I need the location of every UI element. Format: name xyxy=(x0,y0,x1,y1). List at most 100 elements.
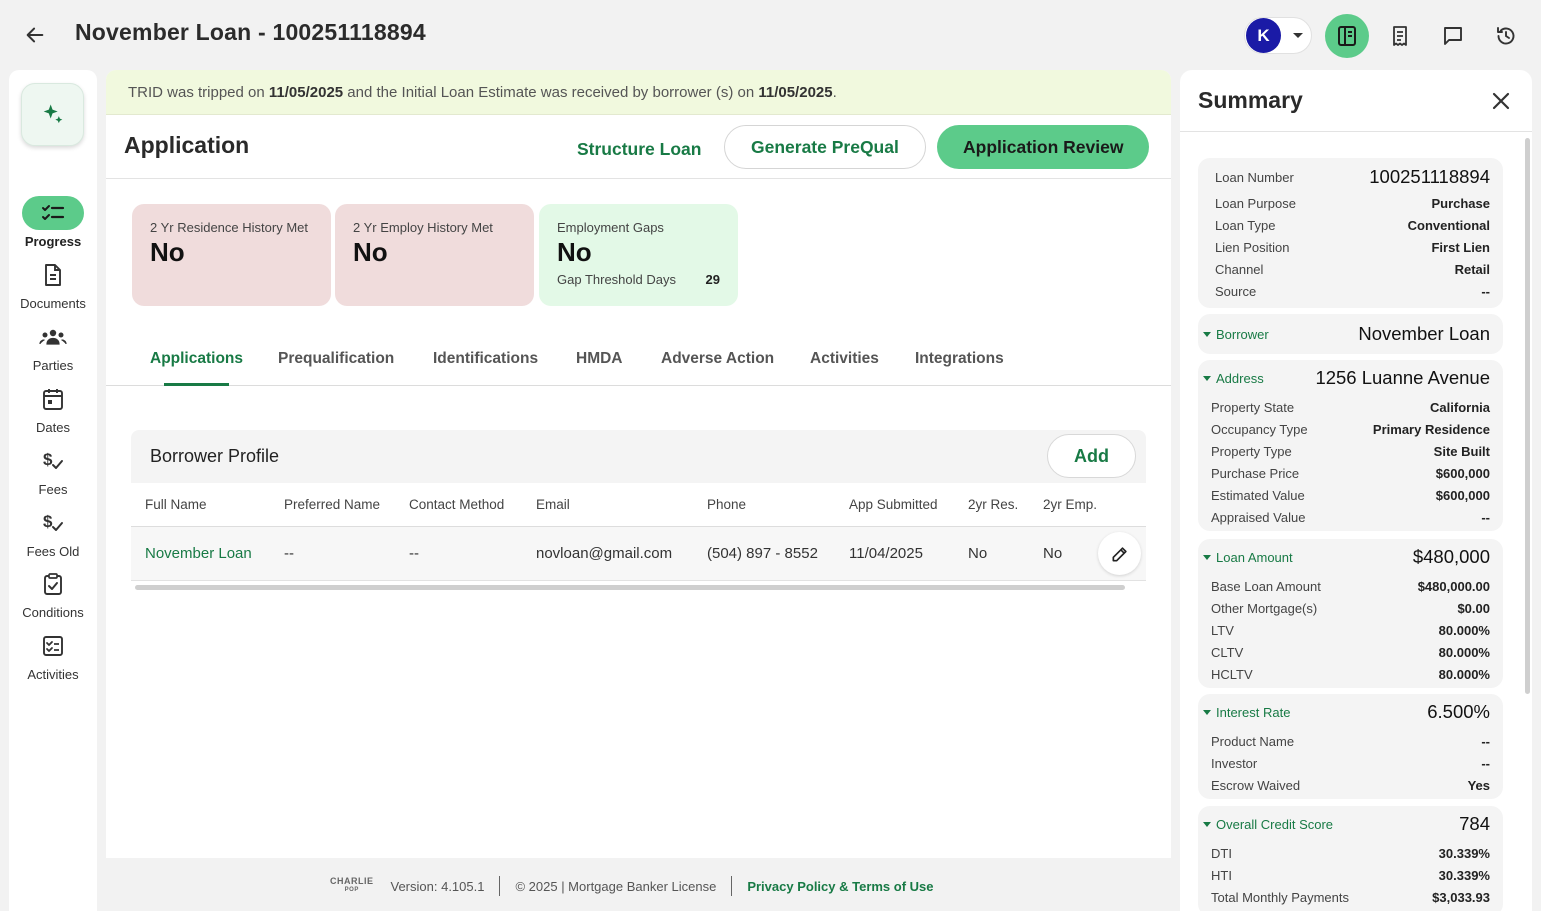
tab-adverse-action[interactable]: Adverse Action xyxy=(661,350,774,368)
nav-item-progress[interactable]: Progress xyxy=(9,196,97,249)
summary-row: HTI 30.339% xyxy=(1211,864,1490,886)
nav-label: Fees Old xyxy=(26,544,80,559)
tab-hmda[interactable]: HMDA xyxy=(576,350,623,368)
column-header[interactable]: Contact Method xyxy=(409,497,504,512)
chevron-down-icon xyxy=(1293,33,1303,38)
summary-panel-icon[interactable] xyxy=(1325,14,1369,58)
user-menu[interactable]: K xyxy=(1244,17,1312,54)
tab-identifications[interactable]: Identifications xyxy=(433,350,538,368)
svg-text:$: $ xyxy=(43,512,53,531)
nav-item-documents[interactable]: Documents xyxy=(9,258,97,311)
gap-threshold-value: 29 xyxy=(705,272,720,287)
application-header: Application Structure Loan Generate PreQ… xyxy=(106,115,1171,179)
structure-loan-button[interactable]: Structure Loan xyxy=(577,131,701,167)
summary-row: Channel Retail xyxy=(1215,258,1490,280)
loan-amount-box: Loan Amount $480,000 Base Loan Amount $48… xyxy=(1198,539,1503,688)
column-header[interactable]: 2yr Res. xyxy=(968,497,1018,512)
row-label: Total Monthly Payments xyxy=(1211,889,1350,905)
add-borrower-button[interactable]: Add xyxy=(1047,434,1136,478)
back-arrow-icon[interactable] xyxy=(20,20,50,50)
column-header[interactable]: Phone xyxy=(707,497,746,512)
interest-rate-box: Interest Rate 6.500% Product Name -- Inve… xyxy=(1198,694,1503,799)
ai-sparkle-button[interactable] xyxy=(21,83,84,146)
column-header[interactable]: Email xyxy=(536,497,570,512)
column-header[interactable]: Preferred Name xyxy=(284,497,380,512)
loan-amount-value: $480,000 xyxy=(1412,546,1490,567)
summary-row: Appraised Value -- xyxy=(1211,506,1490,528)
borrower-value: November Loan xyxy=(1358,323,1490,344)
table-row[interactable]: November Loan -- -- novloan@gmail.com (5… xyxy=(131,527,1146,581)
footer: CHARLIE POP Version: 4.105.1 © 2025 | Mo… xyxy=(330,874,934,898)
address-toggle[interactable]: Address xyxy=(1203,371,1264,386)
banner-text: and the Initial Loan Estimate was receiv… xyxy=(343,84,759,101)
nav-label: Documents xyxy=(20,296,86,311)
horizontal-scrollbar[interactable] xyxy=(135,585,1125,590)
nav-item-fees[interactable]: $ Fees xyxy=(9,444,97,497)
loan-number-row: Loan Number 100251118894 xyxy=(1215,162,1490,192)
row-value: -- xyxy=(1481,755,1490,771)
loan-number-value: 100251118894 xyxy=(1369,166,1490,187)
nav-item-dates[interactable]: Dates xyxy=(9,382,97,435)
charlie-pop-logo: CHARLIE POP xyxy=(330,877,374,895)
generate-prequal-button[interactable]: Generate PreQual xyxy=(724,125,926,169)
nav-item-conditions[interactable]: Conditions xyxy=(9,567,97,620)
borrower-section-header: Borrower November Loan xyxy=(1203,316,1490,352)
row-value: $600,000 xyxy=(1435,465,1490,481)
borrower-profile-title: Borrower Profile xyxy=(150,446,280,466)
row-value: California xyxy=(1430,399,1490,415)
summary-row: DTI 30.339% xyxy=(1211,842,1490,864)
card-label: Employment Gaps xyxy=(557,220,664,235)
nav-item-parties[interactable]: Parties xyxy=(9,320,97,373)
privacy-terms-link[interactable]: Privacy Policy & Terms of Use xyxy=(747,879,933,894)
receipt-icon[interactable] xyxy=(1378,14,1422,58)
tab-prequalification[interactable]: Prequalification xyxy=(278,350,394,368)
credit-score-toggle[interactable]: Overall Credit Score xyxy=(1203,817,1333,832)
borrower-name-link[interactable]: November Loan xyxy=(145,545,252,562)
row-value: -- xyxy=(1481,509,1490,525)
summary-row: Escrow Waived Yes xyxy=(1211,774,1490,796)
summary-row: HCLTV 80.000% xyxy=(1211,663,1490,685)
interest-rate-toggle[interactable]: Interest Rate xyxy=(1203,705,1290,720)
column-header[interactable]: Full Name xyxy=(145,497,207,512)
row-label: Lien Position xyxy=(1215,239,1290,255)
row-label: Purchase Price xyxy=(1211,465,1300,481)
borrower-box: Borrower November Loan xyxy=(1198,314,1503,354)
column-header[interactable]: App Submitted xyxy=(849,497,938,512)
row-label: Estimated Value xyxy=(1211,487,1305,503)
trid-banner: TRID was tripped on 11/05/2025 and the I… xyxy=(106,70,1171,115)
row-value: 30.339% xyxy=(1438,845,1490,861)
loan-amount-section-header: Loan Amount $480,000 xyxy=(1203,539,1490,575)
summary-row: Property State California xyxy=(1211,396,1490,418)
card-value: No xyxy=(557,237,592,267)
credit-score-value: 784 xyxy=(1459,813,1490,834)
tab-applications[interactable]: Applications xyxy=(150,350,243,368)
summary-row: Occupancy Type Primary Residence xyxy=(1211,418,1490,440)
row-value: 80.000% xyxy=(1438,644,1490,660)
card-label: 2 Yr Employ History Met xyxy=(353,220,493,235)
nav-item-activities[interactable]: Activities xyxy=(9,629,97,682)
row-value: Retail xyxy=(1454,261,1490,277)
summary-row: Investor -- xyxy=(1211,752,1490,774)
borrower-toggle[interactable]: Borrower xyxy=(1203,327,1269,342)
close-icon[interactable] xyxy=(1488,88,1514,114)
application-review-button[interactable]: Application Review xyxy=(937,125,1150,169)
chat-icon[interactable] xyxy=(1431,14,1475,58)
summary-row: Source -- xyxy=(1215,280,1490,302)
loan-info-box: Loan Number 100251118894 Loan Purpose Pur… xyxy=(1198,158,1503,308)
tab-integrations[interactable]: Integrations xyxy=(915,350,1004,368)
row-label: HTI xyxy=(1211,867,1232,883)
summary-scrollbar[interactable] xyxy=(1525,138,1530,694)
edit-button[interactable] xyxy=(1098,532,1141,575)
history-icon[interactable] xyxy=(1484,14,1528,58)
nav-item-fees-old[interactable]: $ Fees Old xyxy=(9,506,97,559)
card-value: No xyxy=(353,237,388,267)
banner-text: TRID was tripped on xyxy=(128,84,269,101)
column-header[interactable]: 2yr Emp. xyxy=(1043,497,1097,512)
address-section-header: Address 1256 Luanne Avenue xyxy=(1203,360,1490,396)
tab-activities[interactable]: Activities xyxy=(810,350,879,368)
loan-amount-toggle[interactable]: Loan Amount xyxy=(1203,550,1293,565)
app-submitted-cell: 11/04/2025 xyxy=(849,545,923,562)
summary-row: Product Name -- xyxy=(1211,730,1490,752)
row-label: Source xyxy=(1215,283,1257,299)
row-label: Loan Type xyxy=(1215,217,1276,233)
